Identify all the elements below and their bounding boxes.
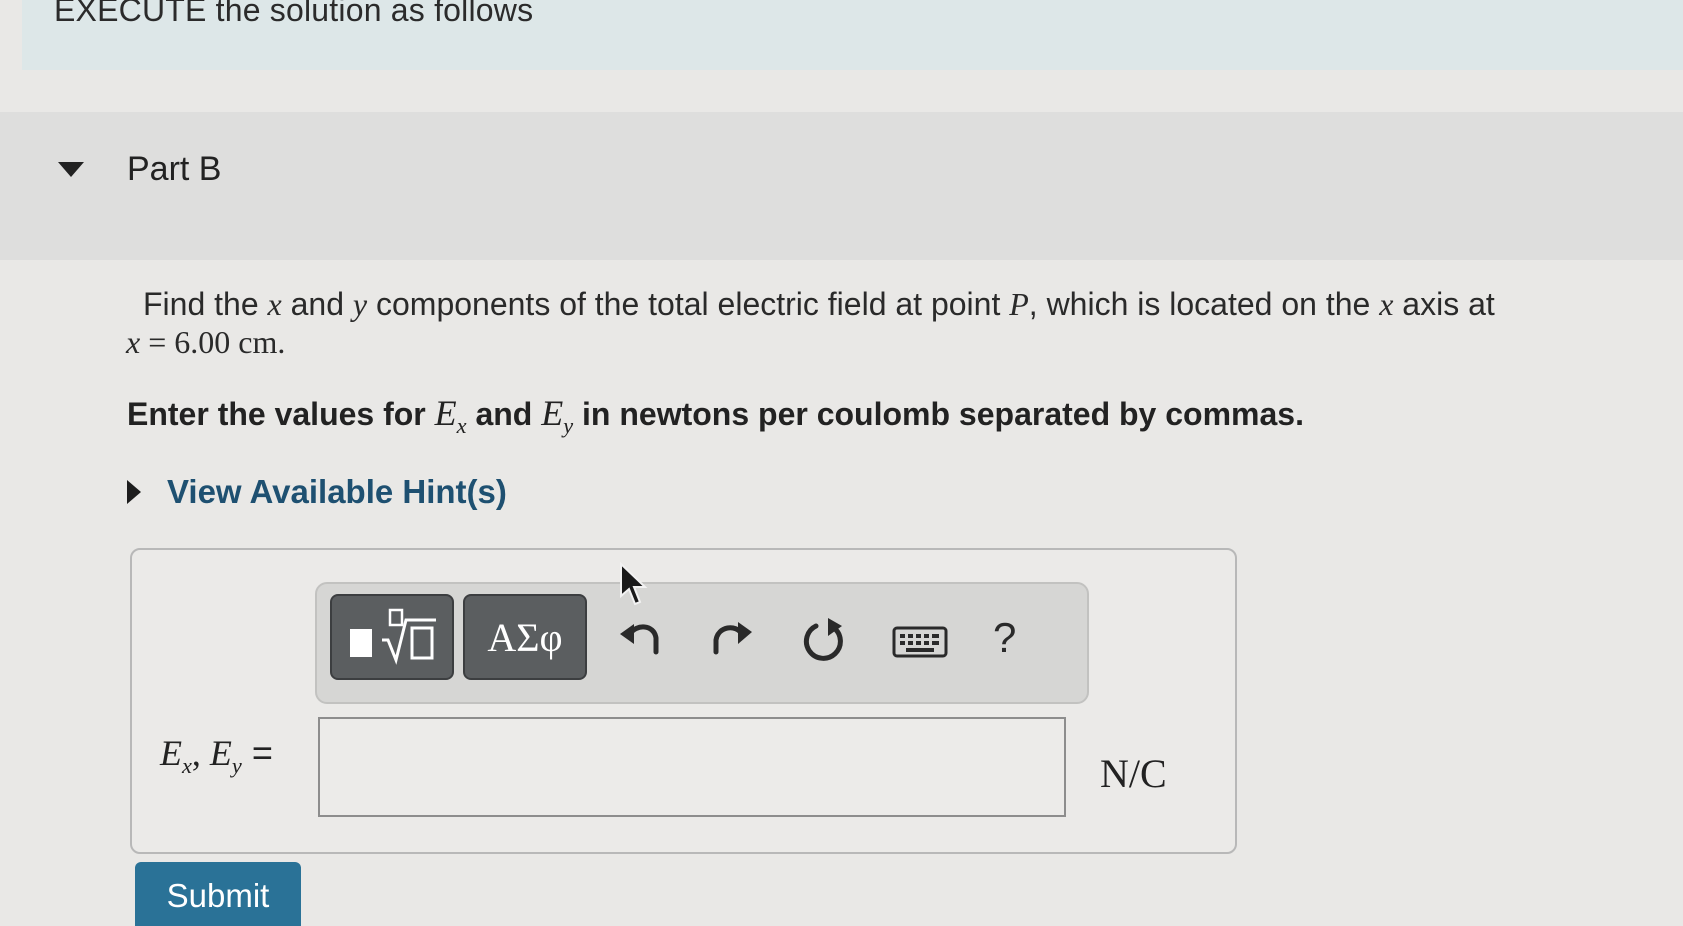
mouse-cursor-icon — [620, 562, 648, 606]
submit-button[interactable]: Submit — [135, 862, 301, 926]
subscript: x — [456, 412, 467, 438]
instruction-segment: in newtons per coulomb separated by comm… — [573, 396, 1304, 432]
undo-icon[interactable] — [618, 614, 664, 660]
e-symbol: E — [434, 393, 457, 433]
part-header[interactable] — [0, 112, 1683, 260]
symbols-button[interactable]: ΑΣφ — [463, 594, 587, 680]
instruction-text: Enter the values for Ex and Ey in newton… — [127, 392, 1304, 439]
instruction-segment: and — [466, 396, 542, 432]
subscript: x — [182, 752, 192, 778]
separator: , — [191, 733, 210, 773]
templates-icon — [350, 608, 436, 665]
variable-y: y — [352, 286, 368, 322]
reset-icon[interactable] — [800, 614, 846, 664]
banner-title: EXECUTE the solution as follows — [54, 0, 534, 28]
subscript: y — [231, 752, 242, 778]
part-title[interactable]: Part B — [127, 150, 221, 189]
help-button[interactable]: ? — [993, 614, 1016, 662]
top-banner: EXECUTE the solution as follows — [22, 0, 1683, 70]
subscript: y — [563, 412, 574, 438]
question-segment: components of the total electric field a… — [367, 286, 1010, 322]
position-equation: x = 6.00 cm. — [126, 323, 1603, 361]
keyboard-icon[interactable] — [892, 625, 948, 659]
ex-symbol: Ex — [434, 393, 467, 438]
question-segment: , which is located on the — [1028, 286, 1380, 322]
unit-label: N/C — [1100, 751, 1167, 796]
answer-input[interactable] — [318, 717, 1066, 817]
e-symbol: E — [541, 393, 564, 433]
symbols-label: ΑΣφ — [487, 615, 563, 660]
variable-x: x — [1379, 286, 1394, 322]
e-symbol: E — [160, 733, 182, 773]
instruction-segment: Enter the values for — [127, 396, 435, 432]
view-hints-link[interactable]: View Available Hint(s) — [167, 473, 507, 511]
question-segment: axis at — [1393, 286, 1495, 322]
ey-symbol: Ey — [541, 393, 573, 438]
equation-value: = 6.00 cm. — [140, 324, 286, 360]
question-text: Find the x and y components of the total… — [126, 285, 1603, 361]
redo-icon[interactable] — [708, 614, 754, 660]
variable-p: P — [1009, 286, 1029, 322]
e-symbol: E — [209, 733, 232, 773]
collapse-triangle-icon[interactable] — [58, 162, 84, 177]
templates-button[interactable] — [330, 594, 454, 680]
variable-x: x — [267, 286, 282, 322]
expand-triangle-icon[interactable] — [127, 480, 141, 504]
answer-label: Ex, Ey = — [160, 732, 273, 779]
equals-sign: = — [241, 732, 273, 773]
question-segment: Find the — [143, 286, 268, 322]
variable-x: x — [126, 324, 141, 360]
question-segment: and — [281, 286, 353, 322]
